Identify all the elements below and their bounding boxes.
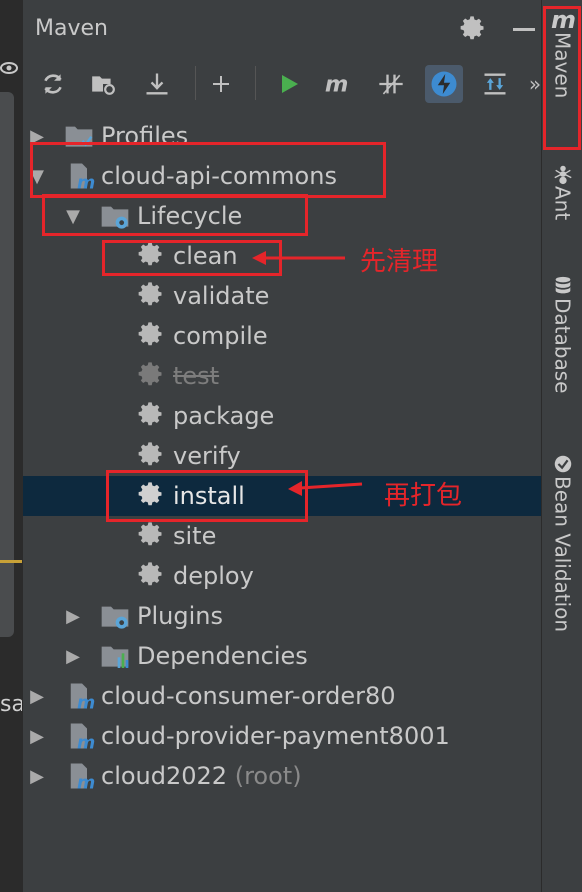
annotation-text-clean: 先清理 (360, 247, 439, 277)
arrow-to-clean (252, 251, 345, 265)
annotation-arrows (252, 251, 363, 496)
arrow-to-install (288, 481, 363, 496)
annotation-text-install: 再打包 (384, 481, 463, 511)
